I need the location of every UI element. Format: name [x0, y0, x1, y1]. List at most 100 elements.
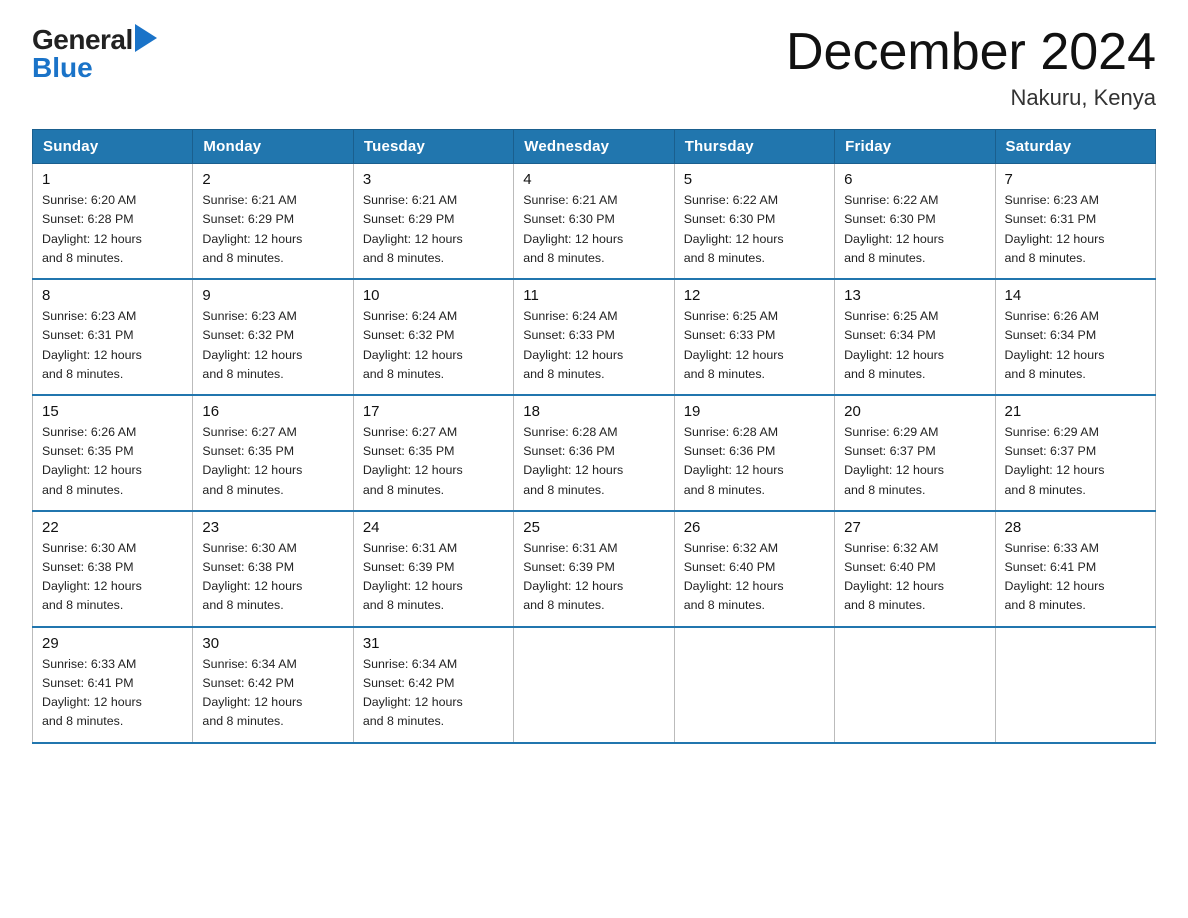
col-thursday: Thursday: [674, 130, 834, 164]
calendar-cell: 17Sunrise: 6:27 AMSunset: 6:35 PMDayligh…: [353, 395, 513, 511]
logo-arrow-icon: [135, 24, 157, 52]
day-number: 7: [1005, 171, 1146, 188]
calendar-cell: 5 Sunrise: 6:22 AMSunset: 6:30 PMDaylight…: [674, 164, 834, 279]
calendar-header-row: Sunday Monday Tuesday Wednesday Thursday…: [33, 130, 1156, 164]
day-info: Sunrise: 6:31 AMSunset: 6:39 PMDaylight:…: [363, 539, 504, 616]
logo: General Blue: [32, 24, 157, 84]
calendar-cell: [514, 627, 674, 743]
calendar-cell: 21 Sunrise: 6:29 AMSunset: 6:37 PMDayligh…: [995, 395, 1155, 511]
calendar-cell: 7 Sunrise: 6:23 AMSunset: 6:31 PMDaylight…: [995, 164, 1155, 279]
day-info: Sunrise: 6:28 AMSunset: 6:36 PMDaylight:…: [684, 423, 825, 500]
calendar-cell: 29 Sunrise: 6:33 AMSunset: 6:41 PMDayligh…: [33, 627, 193, 743]
calendar-cell: [835, 627, 995, 743]
calendar-cell: 28 Sunrise: 6:33 AMSunset: 6:41 PMDayligh…: [995, 511, 1155, 627]
col-tuesday: Tuesday: [353, 130, 513, 164]
title-block: December 2024 Nakuru, Kenya: [786, 24, 1156, 111]
calendar-cell: 6 Sunrise: 6:22 AMSunset: 6:30 PMDaylight…: [835, 164, 995, 279]
calendar-cell: [995, 627, 1155, 743]
day-info: Sunrise: 6:32 AMSunset: 6:40 PMDaylight:…: [684, 539, 825, 616]
calendar-subtitle: Nakuru, Kenya: [786, 85, 1156, 111]
page-header: General Blue December 2024 Nakuru, Kenya: [32, 24, 1156, 111]
day-info: Sunrise: 6:24 AMSunset: 6:32 PMDaylight:…: [363, 307, 504, 384]
calendar-cell: 15Sunrise: 6:26 AMSunset: 6:35 PMDayligh…: [33, 395, 193, 511]
day-number: 20: [844, 403, 985, 420]
week-row-5: 29 Sunrise: 6:33 AMSunset: 6:41 PMDayligh…: [33, 627, 1156, 743]
day-info: Sunrise: 6:21 AMSunset: 6:30 PMDaylight:…: [523, 191, 664, 268]
day-number: 14: [1005, 287, 1146, 304]
calendar-cell: 3 Sunrise: 6:21 AMSunset: 6:29 PMDaylight…: [353, 164, 513, 279]
calendar-cell: 4 Sunrise: 6:21 AMSunset: 6:30 PMDaylight…: [514, 164, 674, 279]
calendar-cell: 27Sunrise: 6:32 AMSunset: 6:40 PMDayligh…: [835, 511, 995, 627]
day-info: Sunrise: 6:34 AMSunset: 6:42 PMDaylight:…: [363, 655, 504, 732]
day-info: Sunrise: 6:28 AMSunset: 6:36 PMDaylight:…: [523, 423, 664, 500]
col-friday: Friday: [835, 130, 995, 164]
day-info: Sunrise: 6:33 AMSunset: 6:41 PMDaylight:…: [1005, 539, 1146, 616]
calendar-cell: 20 Sunrise: 6:29 AMSunset: 6:37 PMDayligh…: [835, 395, 995, 511]
calendar-table: Sunday Monday Tuesday Wednesday Thursday…: [32, 129, 1156, 743]
week-row-1: 1Sunrise: 6:20 AMSunset: 6:28 PMDaylight…: [33, 164, 1156, 279]
col-wednesday: Wednesday: [514, 130, 674, 164]
day-info: Sunrise: 6:33 AMSunset: 6:41 PMDaylight:…: [42, 655, 183, 732]
day-number: 8: [42, 287, 183, 304]
day-number: 5: [684, 171, 825, 188]
calendar-cell: 24Sunrise: 6:31 AMSunset: 6:39 PMDayligh…: [353, 511, 513, 627]
calendar-cell: 1Sunrise: 6:20 AMSunset: 6:28 PMDaylight…: [33, 164, 193, 279]
day-number: 22: [42, 519, 183, 536]
day-info: Sunrise: 6:24 AMSunset: 6:33 PMDaylight:…: [523, 307, 664, 384]
calendar-cell: 11 Sunrise: 6:24 AMSunset: 6:33 PMDayligh…: [514, 279, 674, 395]
calendar-cell: 23Sunrise: 6:30 AMSunset: 6:38 PMDayligh…: [193, 511, 353, 627]
calendar-cell: 25Sunrise: 6:31 AMSunset: 6:39 PMDayligh…: [514, 511, 674, 627]
day-info: Sunrise: 6:27 AMSunset: 6:35 PMDaylight:…: [202, 423, 343, 500]
day-number: 31: [363, 635, 504, 652]
day-number: 12: [684, 287, 825, 304]
calendar-cell: 13Sunrise: 6:25 AMSunset: 6:34 PMDayligh…: [835, 279, 995, 395]
calendar-cell: 31 Sunrise: 6:34 AMSunset: 6:42 PMDayligh…: [353, 627, 513, 743]
day-number: 10: [363, 287, 504, 304]
day-number: 9: [202, 287, 343, 304]
day-info: Sunrise: 6:30 AMSunset: 6:38 PMDaylight:…: [42, 539, 183, 616]
calendar-cell: 22 Sunrise: 6:30 AMSunset: 6:38 PMDayligh…: [33, 511, 193, 627]
calendar-cell: [674, 627, 834, 743]
day-number: 13: [844, 287, 985, 304]
day-info: Sunrise: 6:22 AMSunset: 6:30 PMDaylight:…: [844, 191, 985, 268]
day-number: 28: [1005, 519, 1146, 536]
day-info: Sunrise: 6:23 AMSunset: 6:31 PMDaylight:…: [42, 307, 183, 384]
day-number: 21: [1005, 403, 1146, 420]
day-number: 19: [684, 403, 825, 420]
day-number: 3: [363, 171, 504, 188]
col-sunday: Sunday: [33, 130, 193, 164]
day-number: 2: [202, 171, 343, 188]
day-number: 4: [523, 171, 664, 188]
col-monday: Monday: [193, 130, 353, 164]
day-number: 29: [42, 635, 183, 652]
day-number: 6: [844, 171, 985, 188]
day-number: 16: [202, 403, 343, 420]
calendar-cell: 30 Sunrise: 6:34 AMSunset: 6:42 PMDayligh…: [193, 627, 353, 743]
day-info: Sunrise: 6:23 AMSunset: 6:31 PMDaylight:…: [1005, 191, 1146, 268]
calendar-cell: 2 Sunrise: 6:21 AMSunset: 6:29 PMDaylight…: [193, 164, 353, 279]
calendar-cell: 10 Sunrise: 6:24 AMSunset: 6:32 PMDayligh…: [353, 279, 513, 395]
week-row-2: 8 Sunrise: 6:23 AMSunset: 6:31 PMDaylight…: [33, 279, 1156, 395]
day-number: 11: [523, 287, 664, 304]
calendar-cell: 19 Sunrise: 6:28 AMSunset: 6:36 PMDayligh…: [674, 395, 834, 511]
calendar-title: December 2024: [786, 24, 1156, 81]
week-row-3: 15Sunrise: 6:26 AMSunset: 6:35 PMDayligh…: [33, 395, 1156, 511]
day-info: Sunrise: 6:26 AMSunset: 6:34 PMDaylight:…: [1005, 307, 1146, 384]
logo-blue-text: Blue: [32, 52, 93, 84]
day-info: Sunrise: 6:34 AMSunset: 6:42 PMDaylight:…: [202, 655, 343, 732]
day-number: 23: [202, 519, 343, 536]
day-number: 30: [202, 635, 343, 652]
day-info: Sunrise: 6:29 AMSunset: 6:37 PMDaylight:…: [1005, 423, 1146, 500]
calendar-cell: 16 Sunrise: 6:27 AMSunset: 6:35 PMDayligh…: [193, 395, 353, 511]
day-number: 26: [684, 519, 825, 536]
day-info: Sunrise: 6:26 AMSunset: 6:35 PMDaylight:…: [42, 423, 183, 500]
day-info: Sunrise: 6:27 AMSunset: 6:35 PMDaylight:…: [363, 423, 504, 500]
day-info: Sunrise: 6:21 AMSunset: 6:29 PMDaylight:…: [202, 191, 343, 268]
day-info: Sunrise: 6:25 AMSunset: 6:33 PMDaylight:…: [684, 307, 825, 384]
calendar-cell: 18Sunrise: 6:28 AMSunset: 6:36 PMDayligh…: [514, 395, 674, 511]
day-info: Sunrise: 6:21 AMSunset: 6:29 PMDaylight:…: [363, 191, 504, 268]
day-info: Sunrise: 6:22 AMSunset: 6:30 PMDaylight:…: [684, 191, 825, 268]
calendar-cell: 8 Sunrise: 6:23 AMSunset: 6:31 PMDaylight…: [33, 279, 193, 395]
day-info: Sunrise: 6:29 AMSunset: 6:37 PMDaylight:…: [844, 423, 985, 500]
day-number: 25: [523, 519, 664, 536]
